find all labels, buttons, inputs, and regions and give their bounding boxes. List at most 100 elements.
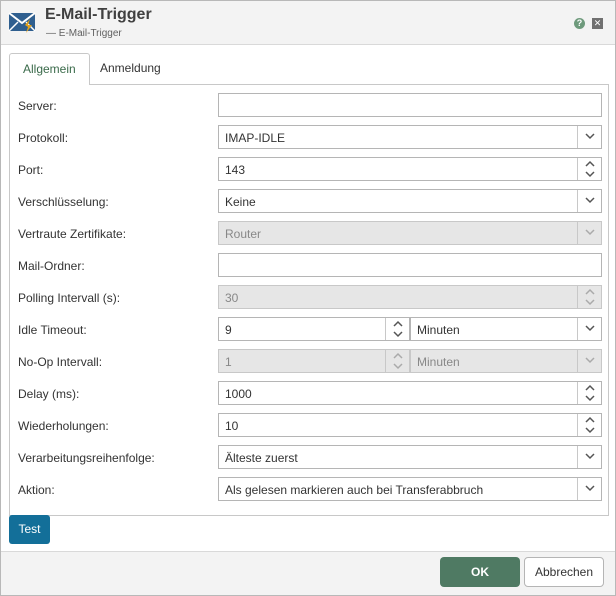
help-icon[interactable]: ? xyxy=(574,18,585,29)
mail-folder-label: Mail-Ordner: xyxy=(18,259,85,273)
delay-label: Delay (ms): xyxy=(18,387,80,401)
server-input[interactable] xyxy=(218,93,602,117)
port-value: 143 xyxy=(225,163,246,177)
port-spinner[interactable]: 143 xyxy=(218,157,602,181)
idle-timeout-unit-select[interactable]: Minuten xyxy=(410,317,602,341)
tab-bar: Allgemein Anmeldung xyxy=(9,53,609,85)
action-row: Aktion: Als gelesen markieren auch bei T… xyxy=(10,473,608,505)
chevron-down-icon xyxy=(393,363,403,370)
tab-general[interactable]: Allgemein xyxy=(9,53,90,85)
chevron-up-icon[interactable] xyxy=(393,320,403,328)
chevron-down-icon xyxy=(585,325,595,332)
chevron-up-icon[interactable] xyxy=(585,160,595,168)
mail-folder-row: Mail-Ordner: xyxy=(10,249,608,281)
dialog-title: E-Mail-Trigger xyxy=(45,6,152,23)
polling-interval-value: 30 xyxy=(225,291,239,305)
chevron-up-icon xyxy=(585,288,595,295)
chevron-down-icon xyxy=(585,197,595,204)
retries-spin-buttons[interactable] xyxy=(577,414,601,436)
email-trigger-icon xyxy=(8,12,36,33)
idle-timeout-value: 9 xyxy=(225,323,232,337)
protocol-select[interactable]: IMAP-IDLE xyxy=(218,125,602,149)
idle-timeout-label: Idle Timeout: xyxy=(18,323,87,337)
protocol-value: IMAP-IDLE xyxy=(225,131,286,145)
polling-interval-spinner: 30 xyxy=(218,285,602,309)
processing-order-select[interactable]: Älteste zuerst xyxy=(218,445,602,469)
protocol-dropdown-button[interactable] xyxy=(577,126,601,148)
action-label: Aktion: xyxy=(18,483,55,497)
dialog-subtitle: — E-Mail-Trigger xyxy=(46,28,122,39)
chevron-down-icon xyxy=(585,357,595,364)
chevron-down-icon xyxy=(585,229,595,236)
chevron-down-icon xyxy=(585,299,595,306)
chevron-down-icon xyxy=(585,485,595,492)
action-dropdown-button[interactable] xyxy=(577,478,601,500)
processing-order-row: Verarbeitungsreihenfolge: Älteste zuerst xyxy=(10,441,608,473)
processing-order-dropdown-button[interactable] xyxy=(577,446,601,468)
noop-interval-row: No-Op Intervall: 1 Minuten xyxy=(10,345,608,377)
chevron-down-icon[interactable] xyxy=(585,394,595,402)
close-icon[interactable]: ✕ xyxy=(592,18,603,29)
email-trigger-dialog: E-Mail-Trigger — E-Mail-Trigger ? ✕ Allg… xyxy=(0,0,616,596)
noop-interval-unit-select: Minuten xyxy=(410,349,602,373)
dialog-footer: OK Abbrechen xyxy=(1,551,615,595)
retries-value: 10 xyxy=(225,419,239,433)
chevron-up-icon[interactable] xyxy=(585,416,595,424)
action-select[interactable]: Als gelesen markieren auch bei Transfera… xyxy=(218,477,602,501)
chevron-down-icon xyxy=(585,133,595,140)
port-spin-buttons[interactable] xyxy=(577,158,601,180)
processing-order-label: Verarbeitungsreihenfolge: xyxy=(18,451,155,465)
idle-timeout-spin-buttons[interactable] xyxy=(385,318,409,340)
retries-spinner[interactable]: 10 xyxy=(218,413,602,437)
idle-timeout-unit-dropdown-button[interactable] xyxy=(577,318,601,340)
delay-spinner[interactable]: 1000 xyxy=(218,381,602,405)
noop-interval-unit-dropdown-button xyxy=(577,350,601,372)
tab-login[interactable]: Anmeldung xyxy=(87,53,174,84)
idle-timeout-row: Idle Timeout: 9 Minuten xyxy=(10,313,608,345)
idle-timeout-unit-value: Minuten xyxy=(417,323,460,337)
chevron-up-icon[interactable] xyxy=(585,384,595,392)
protocol-label: Protokoll: xyxy=(18,131,69,145)
polling-interval-spin-buttons xyxy=(577,286,601,308)
action-value: Als gelesen markieren auch bei Transfera… xyxy=(225,483,484,497)
title-bar: E-Mail-Trigger — E-Mail-Trigger ? ✕ xyxy=(1,1,615,45)
server-label: Server: xyxy=(18,99,57,113)
noop-interval-spin-buttons xyxy=(385,350,409,372)
chevron-down-icon[interactable] xyxy=(585,170,595,178)
polling-interval-label: Polling Intervall (s): xyxy=(18,291,121,305)
retries-row: Wiederholungen: 10 xyxy=(10,409,608,441)
chevron-down-icon xyxy=(585,453,595,460)
encryption-dropdown-button[interactable] xyxy=(577,190,601,212)
ok-button[interactable]: OK xyxy=(440,557,520,587)
chevron-down-icon[interactable] xyxy=(393,330,403,338)
encryption-row: Verschlüsselung: Keine xyxy=(10,185,608,217)
noop-interval-value: 1 xyxy=(225,355,232,369)
port-row: Port: 143 xyxy=(10,153,608,185)
polling-interval-row: Polling Intervall (s): 30 xyxy=(10,281,608,313)
encryption-label: Verschlüsselung: xyxy=(18,195,109,209)
trusted-certs-select: Router xyxy=(218,221,602,245)
test-button[interactable]: Test xyxy=(9,515,50,544)
retries-label: Wiederholungen: xyxy=(18,419,109,433)
cancel-button[interactable]: Abbrechen xyxy=(524,557,604,587)
delay-row: Delay (ms): 1000 xyxy=(10,377,608,409)
noop-interval-unit-value: Minuten xyxy=(417,355,460,369)
delay-spin-buttons[interactable] xyxy=(577,382,601,404)
trusted-certs-value: Router xyxy=(225,227,262,241)
noop-interval-spinner: 1 xyxy=(218,349,410,373)
server-row: Server: xyxy=(10,89,608,121)
idle-timeout-spinner[interactable]: 9 xyxy=(218,317,410,341)
processing-order-value: Älteste zuerst xyxy=(225,451,298,465)
trusted-certs-dropdown-button xyxy=(577,222,601,244)
protocol-row: Protokoll: IMAP-IDLE xyxy=(10,121,608,153)
mail-folder-input[interactable] xyxy=(218,253,602,277)
trusted-certs-row: Vertraute Zertifikate: Router xyxy=(10,217,608,249)
port-label: Port: xyxy=(18,163,44,177)
delay-value: 1000 xyxy=(225,387,252,401)
encryption-select[interactable]: Keine xyxy=(218,189,602,213)
general-panel: Server: Protokoll: IMAP-IDLE Port: 143 V… xyxy=(9,84,609,516)
trusted-certs-label: Vertraute Zertifikate: xyxy=(18,227,127,241)
noop-interval-label: No-Op Intervall: xyxy=(18,355,103,369)
chevron-up-icon xyxy=(393,352,403,359)
chevron-down-icon[interactable] xyxy=(585,426,595,434)
